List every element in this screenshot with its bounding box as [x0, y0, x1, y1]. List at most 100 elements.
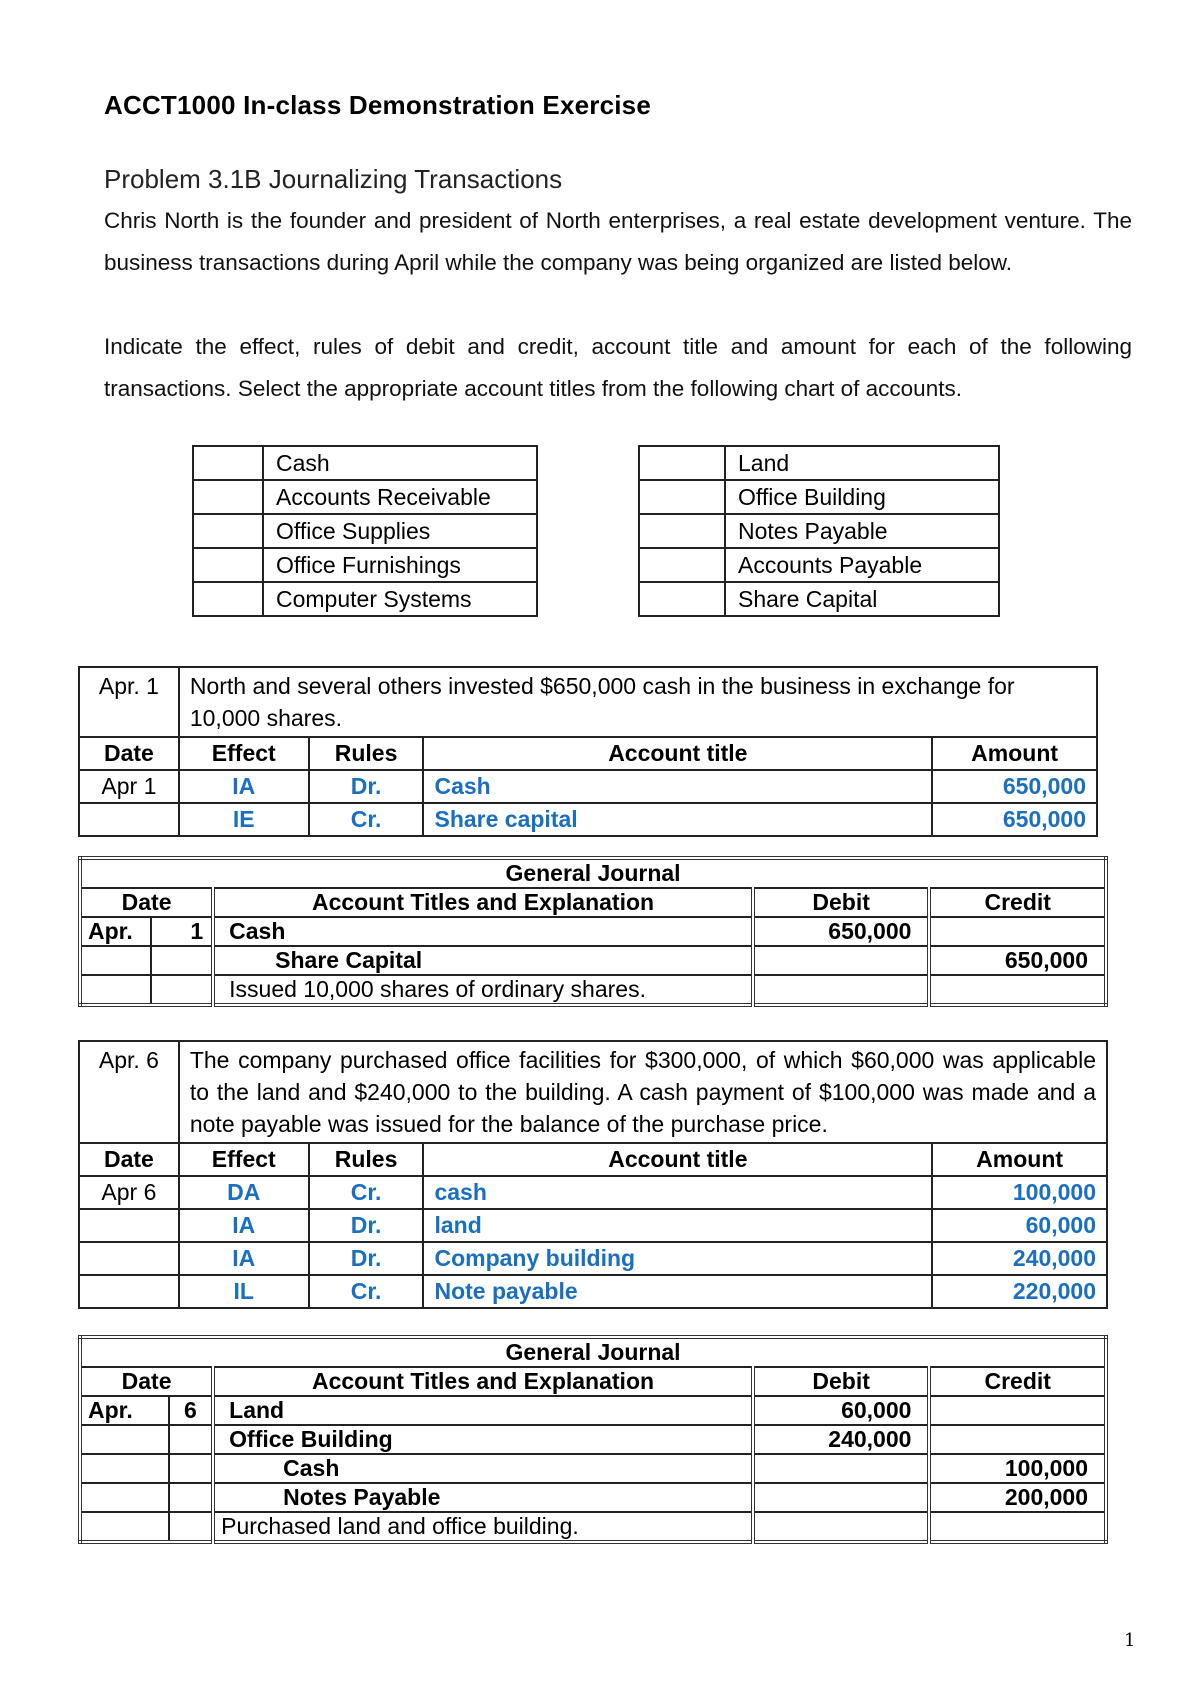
journal-debit: 60,000	[751, 1395, 932, 1426]
checkbox-cell	[192, 445, 264, 481]
journal-day: 1	[149, 916, 216, 947]
row-effect: IA	[177, 1241, 310, 1276]
row-date: Apr 6	[78, 1175, 180, 1210]
journal-row: Cash 100,000	[79, 1453, 1107, 1484]
journal-debit: 240,000	[751, 1424, 932, 1455]
row-effect: IL	[177, 1274, 310, 1309]
col-header-date: Date	[78, 736, 180, 771]
problem-heading: Problem 3.1B Journalizing Transactions	[104, 164, 563, 194]
journal-header-row: Date Account Titles and Explanation Debi…	[78, 1366, 1107, 1397]
journal-debit	[751, 945, 932, 976]
col-header-credit: Credit	[928, 887, 1107, 918]
row-rule: Dr.	[307, 1208, 425, 1243]
col-header-account-titles: Account Titles and Explanation	[212, 887, 755, 918]
general-journal-apr-1: General Journal Date Account Titles and …	[78, 856, 1108, 1007]
journal-row: Apr. 1 Cash 650,000	[79, 916, 1107, 947]
row-effect: DA	[177, 1175, 310, 1210]
general-journal-apr-6: General Journal Date Account Titles and …	[78, 1335, 1108, 1544]
col-header-amount: Amount	[931, 1142, 1108, 1177]
row-rule: Dr.	[307, 1241, 425, 1276]
journal-title: General Journal	[79, 1336, 1107, 1368]
col-header-effect: Effect	[177, 736, 310, 771]
analysis-row: Apr 6 DA Cr. cash 100,000	[78, 1175, 1108, 1210]
journal-month: Apr.	[79, 1395, 170, 1426]
account-name: Office Supplies	[262, 513, 538, 549]
journal-credit	[928, 974, 1107, 1006]
transaction-description-row: Apr. 1 North and several others invested…	[78, 666, 1099, 738]
checkbox-cell	[638, 445, 726, 481]
journal-account: Office Building	[212, 1424, 755, 1455]
transaction-analysis-apr-6: Apr. 6 The company purchased office faci…	[78, 1040, 1109, 1309]
journal-explanation-row: Purchased land and office building.	[79, 1511, 1107, 1543]
journal-row: Apr. 6 Land 60,000	[79, 1395, 1107, 1426]
row-amount: 650,000	[931, 802, 1098, 837]
journal-credit	[928, 1424, 1107, 1455]
coa-row: Accounts Payable	[638, 547, 1000, 583]
journal-explanation-row: Issued 10,000 shares of ordinary shares.	[79, 974, 1107, 1006]
journal-debit	[751, 1482, 932, 1513]
col-header-debit: Debit	[751, 887, 932, 918]
row-effect: IA	[177, 1208, 310, 1243]
checkbox-cell	[638, 547, 726, 583]
row-date	[78, 1208, 180, 1243]
journal-month	[79, 1424, 170, 1455]
checkbox-cell	[192, 581, 264, 617]
journal-credit	[928, 1395, 1107, 1426]
journal-credit: 200,000	[928, 1482, 1107, 1513]
transaction-date: Apr. 1	[78, 666, 180, 738]
page-number: 1	[1124, 1630, 1136, 1651]
journal-account: Notes Payable	[212, 1482, 755, 1513]
journal-row: Share Capital 650,000	[79, 945, 1107, 976]
journal-credit: 100,000	[928, 1453, 1107, 1484]
col-header-account-title: Account title	[422, 736, 934, 771]
row-rule: Cr.	[307, 1175, 425, 1210]
analysis-header-row: Date Effect Rules Account title Amount	[78, 1142, 1108, 1177]
account-name: Cash	[262, 445, 538, 481]
row-account: Cash	[422, 769, 934, 804]
row-amount: 100,000	[931, 1175, 1108, 1210]
analysis-row: IL Cr. Note payable 220,000	[78, 1274, 1108, 1309]
journal-debit	[751, 974, 932, 1006]
account-name: Office Building	[724, 479, 1000, 515]
account-name: Office Furnishings	[262, 547, 538, 583]
analysis-row: IE Cr. Share capital 650,000	[78, 802, 1098, 837]
row-effect: IE	[177, 802, 310, 837]
col-header-amount: Amount	[931, 736, 1098, 771]
transaction-description: The company purchased office facilities …	[177, 1040, 1109, 1144]
coa-row: Computer Systems	[192, 581, 538, 617]
coa-row: Office Supplies	[192, 513, 538, 549]
instructions-paragraph: Indicate the effect, rules of debit and …	[104, 334, 1132, 401]
col-header-account-titles: Account Titles and Explanation	[212, 1366, 755, 1397]
journal-month	[79, 1453, 170, 1484]
checkbox-cell	[638, 581, 726, 617]
row-date	[78, 802, 180, 837]
coa-row: Office Building	[638, 479, 1000, 515]
journal-debit	[751, 1453, 932, 1484]
chart-of-accounts-right: Land Office Building Notes Payable Accou…	[638, 445, 1000, 617]
journal-credit	[928, 1511, 1107, 1543]
row-rule: Cr.	[307, 802, 425, 837]
transaction-analysis-apr-1: Apr. 1 North and several others invested…	[78, 666, 1099, 837]
journal-day	[167, 1453, 216, 1484]
analysis-row: IA Dr. land 60,000	[78, 1208, 1108, 1243]
coa-row: Accounts Receivable	[192, 479, 538, 515]
col-header-effect: Effect	[177, 1142, 310, 1177]
row-rule: Dr.	[307, 769, 425, 804]
coa-row: Notes Payable	[638, 513, 1000, 549]
journal-month: Apr.	[79, 916, 152, 947]
analysis-row: Apr 1 IA Dr. Cash 650,000	[78, 769, 1098, 804]
journal-account: Cash	[212, 916, 755, 947]
transaction-description-row: Apr. 6 The company purchased office faci…	[78, 1040, 1109, 1144]
checkbox-cell	[192, 547, 264, 583]
coa-row: Share Capital	[638, 581, 1000, 617]
journal-day	[167, 1424, 216, 1455]
row-account: Company building	[422, 1241, 934, 1276]
row-date: Apr 1	[78, 769, 180, 804]
row-amount: 60,000	[931, 1208, 1108, 1243]
col-header-credit: Credit	[928, 1366, 1107, 1397]
intro-paragraph: Chris North is the founder and president…	[104, 208, 1132, 275]
col-header-date: Date	[78, 1142, 180, 1177]
journal-day: 6	[167, 1395, 216, 1426]
journal-month	[79, 1511, 170, 1543]
coa-row: Cash	[192, 445, 538, 481]
